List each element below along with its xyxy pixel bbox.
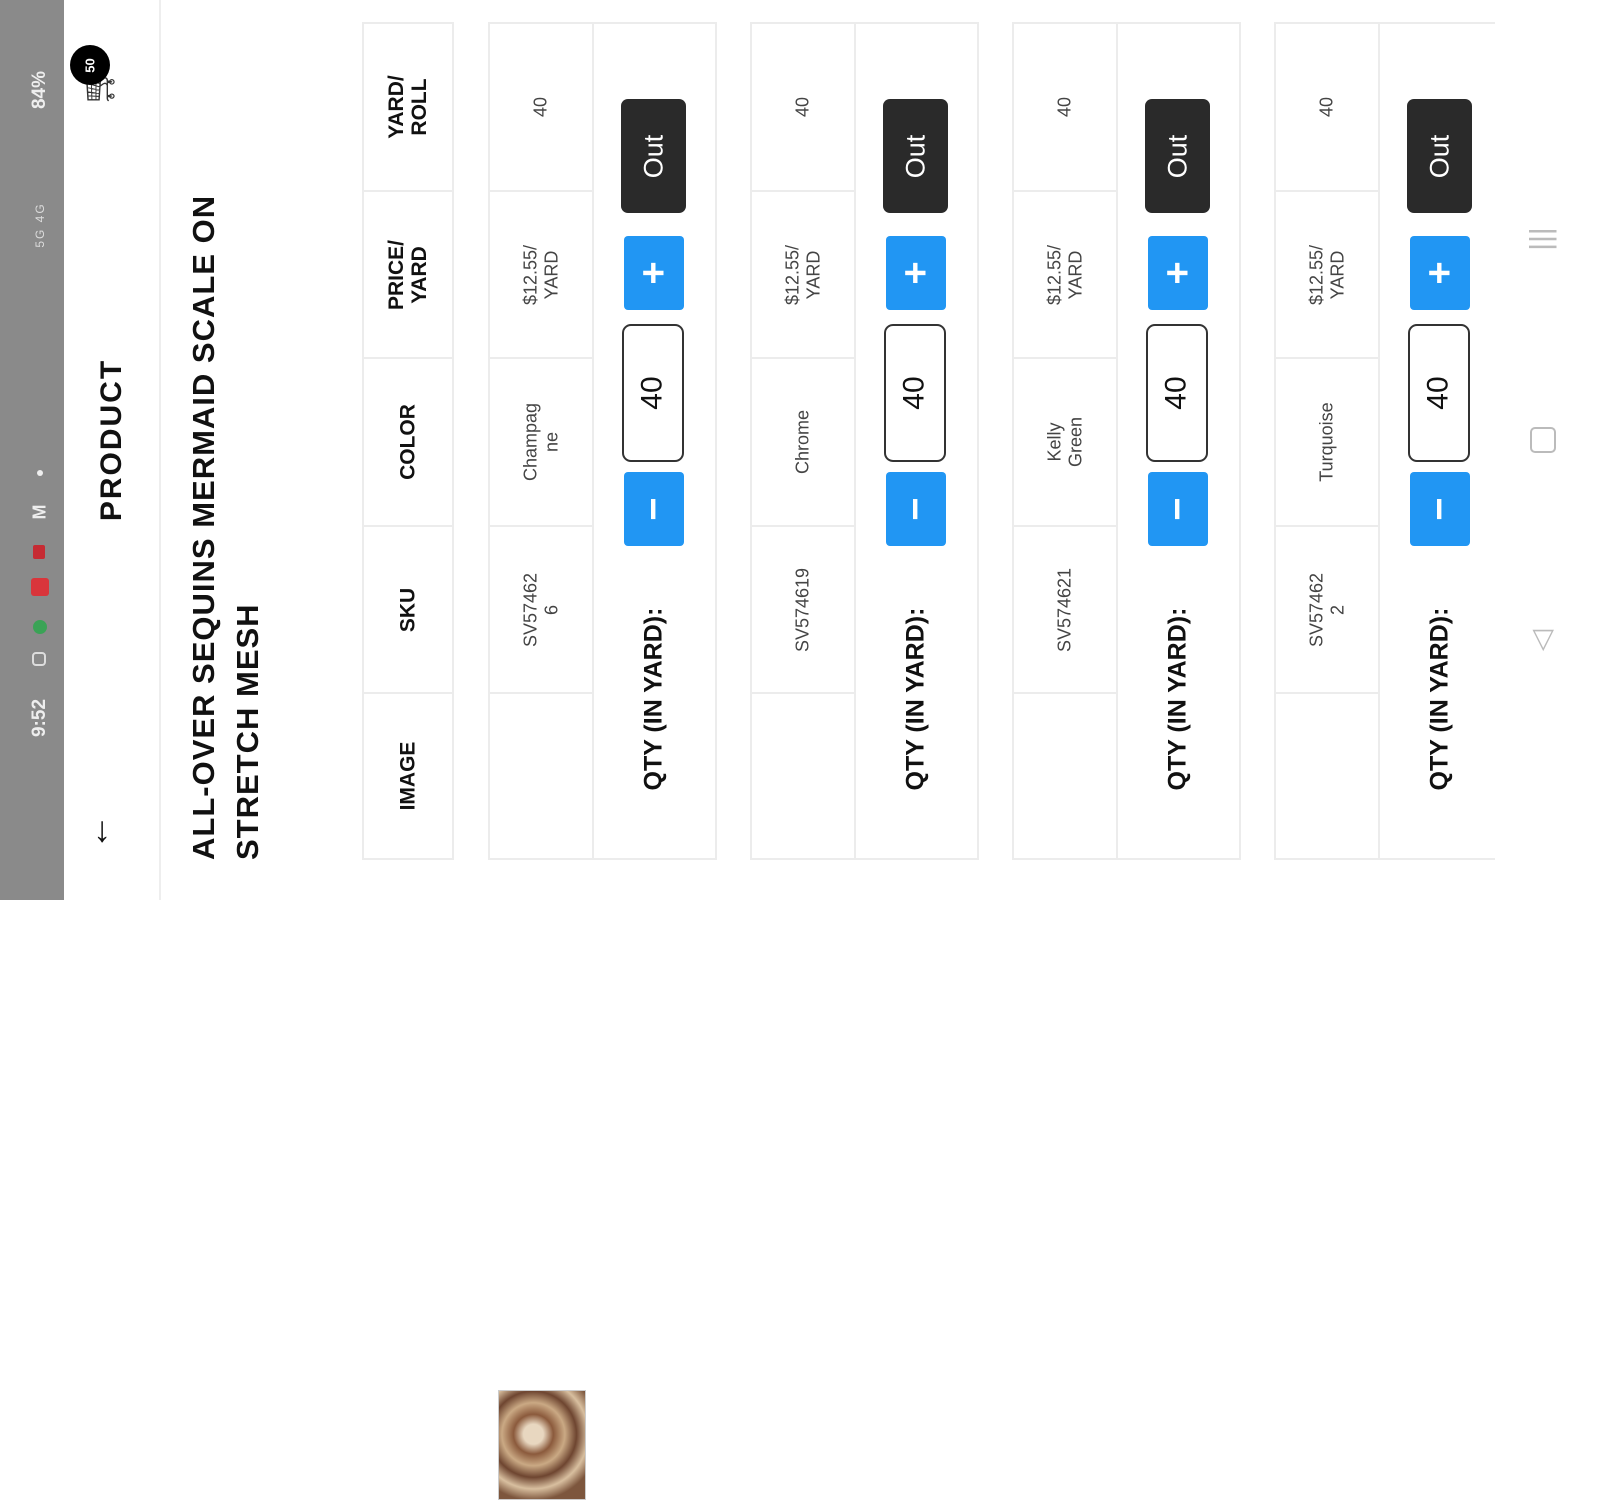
more-notifications-icon [37, 470, 43, 476]
row-sku: SV57462 6 [520, 572, 561, 647]
cart-count-badge: 50 [70, 45, 110, 85]
product-thumbnail[interactable] [498, 1390, 586, 1500]
qty-label: QTY (IN YARD): [639, 607, 668, 791]
product-row: 40 $12.55/ YARD Champag ne SV57462 6 Out… [488, 22, 717, 1500]
row-price: $12.55/ YARD [782, 244, 823, 305]
increase-qty-button[interactable]: + [1410, 236, 1470, 310]
increase-qty-button[interactable]: + [624, 236, 684, 310]
row-color: Kelly Green [1044, 416, 1085, 468]
out-button[interactable]: Out [1407, 99, 1472, 213]
out-button[interactable]: Out [621, 99, 686, 213]
home-icon[interactable] [1530, 427, 1556, 453]
qty-input[interactable]: 40 [622, 324, 684, 462]
row-info: 40 $12.55/ YARD Chrome SV574619 [752, 24, 856, 858]
page-title: PRODUCT [95, 358, 128, 522]
qty-label: QTY (IN YARD): [1163, 607, 1192, 791]
instagram-icon [32, 652, 46, 666]
decrease-qty-button[interactable]: − [1148, 472, 1208, 546]
row-controls: Out + 40 − QTY (IN YARD): [594, 24, 715, 858]
cart-button[interactable]: 🛒︎ 50 [70, 45, 130, 115]
row-sku: SV574619 [792, 567, 813, 652]
qty-label: QTY (IN YARD): [901, 607, 930, 791]
qty-input[interactable]: 40 [1408, 324, 1470, 462]
header-color: COLOR [364, 359, 452, 527]
increase-qty-button[interactable]: + [886, 236, 946, 310]
row-info: 40 $12.55/ YARD Kelly Green SV574621 [1014, 24, 1118, 858]
row-image-empty [752, 694, 854, 858]
product-title-line-2: STRETCH MESH [230, 603, 265, 860]
row-sku: SV574621 [1054, 567, 1075, 652]
header-image: IMAGE [396, 741, 420, 811]
row-price: $12.55/ YARD [1306, 244, 1347, 305]
row-controls: Out + 40 − QTY (IN YARD): [1118, 24, 1239, 858]
battery-level: 84% [29, 70, 50, 110]
qty-input[interactable]: 40 [884, 324, 946, 462]
row-color: Champag ne [520, 402, 561, 482]
header-price: PRICE/ YARD [364, 192, 452, 359]
row-price: $12.55/ YARD [1044, 244, 1085, 305]
product-row: 40 $12.55/ YARD Chrome SV574619 Out + 40… [750, 22, 979, 860]
row-price: $12.55/ YARD [520, 244, 561, 305]
row-yard-roll: 40 [1054, 96, 1075, 118]
product-row: 40 $12.55/ YARD Kelly Green SV574621 Out… [1012, 22, 1241, 860]
product-title-line-1: ALL-OVER SEQUINS MERMAID SCALE ON [186, 194, 221, 860]
row-image-empty [1014, 694, 1116, 858]
qty-input[interactable]: 40 [1146, 324, 1208, 462]
signal-icons: 5G 4G [33, 202, 47, 248]
decrease-qty-button[interactable]: − [1410, 472, 1470, 546]
product-row: 40 $12.55/ YARD Turquoise SV57462 2 Out … [1274, 22, 1495, 860]
decrease-qty-button[interactable]: − [886, 472, 946, 546]
row-yard-roll: 40 [1316, 96, 1337, 118]
row-yard-roll: 40 [792, 96, 813, 118]
row-image-empty [1276, 694, 1378, 858]
row-info: 40 $12.55/ YARD Champag ne SV57462 6 [490, 24, 594, 1500]
qty-label: QTY (IN YARD): [1425, 607, 1454, 791]
increase-qty-button[interactable]: + [1148, 236, 1208, 310]
table-header: YARD/ ROLL PRICE/ YARD COLOR SKU IMAGE [362, 22, 454, 860]
status-bar: 9:52 M 5G 4G 84% [0, 0, 64, 900]
row-color: Chrome [792, 409, 813, 475]
gmail-icon: M [29, 504, 50, 520]
header-yard-roll: YARD/ ROLL [364, 24, 452, 192]
header-sku: SKU [364, 527, 452, 694]
notification-badge-icon [33, 545, 45, 559]
row-color: Turquoise [1316, 402, 1337, 482]
decrease-qty-button[interactable]: − [624, 472, 684, 546]
out-button[interactable]: Out [1145, 99, 1210, 213]
nav-back-icon[interactable]: ◁ [1524, 630, 1557, 652]
out-button[interactable]: Out [883, 99, 948, 213]
row-controls: Out + 40 − QTY (IN YARD): [856, 24, 977, 858]
product-title: ALL-OVER SEQUINS MERMAID SCALE ON STRETC… [178, 70, 273, 870]
recents-icon[interactable]: ||| [1525, 227, 1559, 250]
row-sku: SV57462 2 [1306, 572, 1347, 647]
notification-icon [31, 578, 49, 596]
status-time: 9:52 [29, 698, 50, 738]
row-info: 40 $12.55/ YARD Turquoise SV57462 2 [1276, 24, 1380, 858]
row-controls: Out + 40 − QTY (IN YARD): [1380, 24, 1501, 858]
back-arrow-icon[interactable]: ← [75, 814, 117, 850]
app-notification-icon [33, 620, 47, 634]
row-yard-roll: 40 [530, 96, 551, 118]
